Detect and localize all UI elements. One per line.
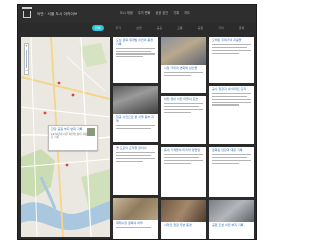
logo-icon[interactable] [18,5,36,23]
card-image[interactable] [161,37,206,65]
card-text-line [116,127,152,129]
archive-card[interactable]: 하천 정비 이전 마을의 모습 [161,96,206,144]
top-navigation: 도시 재생 주거 변화 공공 공간 기록 지도 [120,10,190,15]
card-image[interactable] [113,86,158,114]
card-title[interactable]: 동네 가게들의 마지막 영업일 [161,147,206,153]
card-text-line [212,46,248,49]
card-image[interactable] [209,200,254,222]
browser-window: 어반 · 서울 도시 아카이브 도시 재생 주거 변화 공공 공간 기록 지도 … [17,4,257,240]
card-text-line [212,156,248,159]
card-text-line [116,157,155,159]
zoom-out-button[interactable]: − [25,69,28,74]
filter-chip[interactable]: 골목 [236,25,248,31]
card-text-line [212,104,239,106]
nav-item-2[interactable]: 주거 변화 [138,10,151,15]
nav-item-3[interactable]: 공공 공간 [156,10,169,15]
card-text-line [116,50,152,52]
nav-item-4[interactable]: 기록 [173,10,179,15]
card-text-line [164,156,200,159]
filter-chip[interactable]: 교통 [174,25,186,31]
card-text-line [212,95,248,98]
archive-card[interactable]: 골목길 담장과 대문 기록 [209,147,254,197]
card-text-line [164,162,191,164]
card-text-line [212,93,251,95]
archive-card[interactable]: 도심 골목 재개발 이전의 풍경 기록 [113,37,158,83]
map-info-popup[interactable]: 한강 공원 부지 변화 기록 1970년대 이후 하천변 정비 과정을 담은 기… [48,125,98,151]
card-text-line [164,154,203,156]
site-header: 어반 · 서울 도시 아카이브 도시 재생 주거 변화 공공 공간 기록 지도 [18,5,256,23]
card-title[interactable]: 골목길 담장과 대문 기록 [209,147,254,153]
archive-card[interactable]: 공사 현장과 새 아파트 단지 [209,86,254,144]
card-title[interactable]: 사라진 철길 주변 풍경 [161,222,206,228]
card-image[interactable] [161,200,206,222]
card-title[interactable]: 항공 사진으로 본 서울 동부 지역 [113,114,158,123]
archive-card[interactable]: 오래된 주택가의 지붕들 [209,37,254,83]
card-title[interactable]: 공사 현장과 새 아파트 단지 [209,86,254,92]
map-panel[interactable]: + − 한강 공원 부지 변화 기록 1970년대 이후 하천변 정비 과정을 … [21,37,110,237]
filter-chip[interactable]: 공원 [195,25,207,31]
card-text-line [116,160,143,162]
filter-chip[interactable]: 상업 [133,25,145,31]
card-text-line [116,53,155,55]
card-text-line [212,44,251,46]
card-title[interactable]: 공원 조성 이전 부지 기록 [209,222,254,228]
nav-item-1[interactable]: 도시 재생 [120,10,133,15]
archive-card[interactable]: 시장 거리의 변화와 상인들 [161,37,206,93]
card-text-line [212,98,251,100]
card-text-line [116,47,155,49]
card-text-line [116,56,143,58]
category-filter-bar: 전체 주거 상업 공공 교통 공원 기타 골목 [18,23,256,33]
archive-card[interactable]: 재래시장 골목의 하루 [113,198,158,239]
site-title[interactable]: 어반 · 서울 도시 아카이브 [37,12,77,17]
card-text-line [164,108,203,110]
popup-thumbnail [87,128,95,136]
map-zoom-control[interactable]: + − [24,43,29,75]
card-text-line [212,49,251,51]
card-text-line [116,124,155,126]
archive-card[interactable]: 공원 조성 이전 부지 기록 [209,200,254,239]
archive-card[interactable]: 동네 가게들의 마지막 영업일 [161,147,206,197]
zoom-in-button[interactable]: + [25,44,28,49]
card-text-line [212,154,251,156]
card-text-line [116,227,152,229]
nav-item-5[interactable]: 지도 [184,10,190,15]
card-text-line [212,101,251,103]
card-title[interactable]: 하천 정비 이전 마을의 모습 [161,96,206,102]
card-text-line [164,159,203,161]
card-text-line [164,111,191,113]
archive-card[interactable]: 항공 사진으로 본 서울 동부 지역 [113,86,158,142]
filter-chip-all[interactable]: 전체 [92,25,104,31]
archive-card[interactable]: 사라진 철길 주변 풍경 [161,200,206,239]
card-text-line [212,162,239,164]
filter-chip[interactable]: 기타 [215,25,227,31]
archive-card-grid: 도심 골목 재개발 이전의 풍경 기록 항공 사진으로 본 서울 동부 지역 옛… [113,37,255,239]
zoom-slider[interactable] [26,50,27,68]
card-title[interactable]: 재래시장 골목의 하루 [113,220,158,226]
filter-chip[interactable]: 주거 [113,25,125,31]
card-text-line [116,154,152,157]
card-image[interactable] [113,198,158,220]
card-text-line [212,159,251,161]
card-text-line [164,74,191,77]
card-title[interactable]: 오래된 주택가의 지붕들 [209,37,254,43]
card-text-line [164,72,203,74]
card-title[interactable]: 시장 거리의 변화와 상인들 [161,65,206,71]
archive-card[interactable]: 옛 도로의 흔적을 찾아서 [113,145,158,195]
card-text-line [164,105,200,108]
card-title[interactable]: 도심 골목 재개발 이전의 풍경 기록 [113,37,158,46]
card-title[interactable]: 옛 도로의 흔적을 찾아서 [113,145,158,151]
filter-chip[interactable]: 공공 [154,25,166,31]
card-text-line [212,52,239,54]
card-text-line [164,103,203,105]
card-text-line [116,152,155,154]
